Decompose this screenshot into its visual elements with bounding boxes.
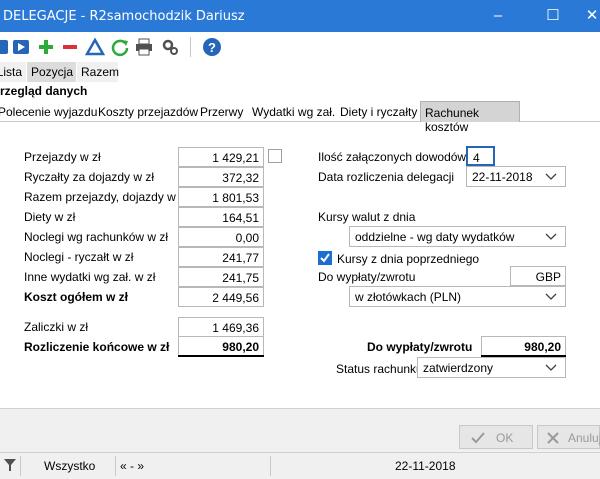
diety-field[interactable]: 164,51 [178, 207, 264, 227]
kursy-walut-select[interactable]: oddzielne - wg daty wydatków [349, 226, 566, 247]
przejazdy-field[interactable]: 1 429,21 [178, 147, 264, 167]
data-rozliczenia-label: Data rozliczenia delegacji [318, 170, 455, 184]
tab-label: Razem [81, 65, 120, 79]
status-rachunku-value: zatwierdzony [423, 361, 494, 375]
cancel-button[interactable]: Anuluj [537, 425, 600, 449]
ryczalty-label: Ryczałty za dojazdy w zł [24, 170, 155, 184]
warning-icon[interactable] [84, 37, 106, 57]
status-bar: Wszystko « - » 22-11-2018 [0, 452, 600, 479]
status-separator [270, 456, 271, 476]
chevron-down-icon [545, 171, 557, 183]
status-separator [20, 456, 21, 476]
waluta-wyplaty-value: w złotówkach (PLN) [355, 290, 462, 304]
window-title: DELEGACJE - R2samochodzik Dariusz [3, 9, 245, 24]
tab-koszty-przejazdow[interactable]: Koszty przejazdów [94, 101, 202, 122]
status-rachunku-select[interactable]: zatwierdzony [417, 357, 566, 378]
kursy-poprzedni-checkbox[interactable] [318, 251, 332, 265]
razem-field[interactable]: 1 801,53 [178, 187, 264, 207]
tab-label: Polecenie wyjazdu [0, 105, 98, 119]
checkmark-icon [320, 253, 330, 263]
chevron-down-icon [545, 231, 557, 243]
status-date: 22-11-2018 [395, 459, 456, 473]
tab-label: Przerwy [200, 105, 244, 119]
tab-label: Rachunek kosztów [425, 106, 480, 134]
tab-razem[interactable]: Razem [77, 62, 120, 82]
do-wyplaty-bold-label: Do wypłaty/zwrotu [367, 340, 473, 354]
do-wyplaty-label: Do wypłaty/zwrotu [318, 270, 416, 284]
close-icon [547, 432, 559, 444]
tab-polecenie-wyjazdu[interactable]: Polecenie wyjazdu [0, 101, 101, 122]
toolbar-separator [190, 37, 191, 57]
kursy-poprzedni-label: Kursy z dnia poprzedniego [337, 252, 480, 266]
help-icon-glyph: ? [208, 40, 216, 55]
help-icon[interactable]: ? [202, 37, 222, 57]
add-icon[interactable] [36, 37, 56, 57]
tab-label: Koszty przejazdów [98, 105, 199, 119]
top-tabs: Lista Pozycja Razem [0, 62, 600, 82]
ilosc-dowodow-input[interactable]: 4 [466, 146, 495, 166]
noclegi-rachunki-label: Noclegi wg rachunków w zł [24, 230, 169, 244]
do-wyplaty-field[interactable]: 980,20 [481, 336, 566, 356]
tab-rachunek-kosztow[interactable]: Rachunek kosztów [420, 101, 520, 134]
toolbar: ? [0, 32, 600, 62]
ok-button-label: OK [496, 431, 514, 445]
noclegi-ryczalt-label: Noclegi - ryczałt w zł [24, 250, 134, 264]
noclegi-ryczalt-field[interactable]: 241,77 [178, 247, 264, 267]
data-rozliczenia-value: 22-11-2018 [472, 170, 533, 184]
status-separator [115, 456, 116, 476]
przejazdy-checkbox[interactable] [268, 149, 282, 163]
next-record-icon[interactable] [12, 37, 32, 57]
tab-label: Lista [0, 65, 22, 79]
koszt-ogolem-field[interactable]: 2 449,56 [178, 287, 264, 307]
rozliczenie-label: Rozliczenie końcowe w zł [24, 340, 170, 354]
data-rozliczenia-picker[interactable]: 22-11-2018 [466, 166, 566, 187]
diety-label: Diety w zł [24, 210, 76, 224]
status-rachunku-label: Status rachunku [336, 362, 423, 376]
kursy-walut-label: Kursy walut z dnia [318, 210, 416, 224]
tab-przerwy[interactable]: Przerwy [196, 101, 247, 122]
ok-button[interactable]: OK [459, 425, 533, 449]
detail-tabs: Polecenie wyjazdu Koszty przejazdów Prze… [0, 101, 600, 134]
chevron-down-icon [545, 362, 557, 374]
ryczalty-field[interactable]: 372,32 [178, 167, 264, 187]
range-value[interactable]: « - » [120, 459, 144, 473]
rozliczenie-underline [178, 355, 264, 357]
ilosc-dowodow-label: Ilość załączonych dowodów [318, 150, 467, 164]
tab-label: Wydatki wg zał. [252, 105, 336, 119]
tab-label: Diety i ryczałty [340, 105, 418, 119]
check-icon [471, 432, 485, 444]
koszt-ogolem-label: Koszt ogółem w zł [24, 290, 129, 304]
rozliczenie-field[interactable]: 980,20 [178, 336, 264, 356]
chevron-down-icon [545, 291, 557, 303]
zaliczki-label: Zaliczki w zł [24, 320, 89, 334]
maximize-button[interactable]: ☐ [543, 6, 563, 26]
zaliczki-field[interactable]: 1 469,36 [178, 317, 264, 337]
tab-lista[interactable]: Lista [0, 62, 26, 82]
filter-icon[interactable] [4, 458, 16, 475]
tab-diety-ryczalty[interactable]: Diety i ryczałty [336, 101, 421, 122]
razem-label: Razem przejazdy, dojazdy w zł [24, 190, 188, 204]
print-icon[interactable] [134, 37, 154, 57]
minimize-button[interactable]: – [488, 6, 508, 26]
filter-value[interactable]: Wszystko [44, 459, 95, 473]
waluta-kod-field[interactable]: GBP [510, 266, 566, 286]
inne-wydatki-field[interactable]: 241,75 [178, 267, 264, 287]
tab-wydatki[interactable]: Wydatki wg zał. [248, 101, 339, 122]
kursy-walut-value: oddzielne - wg daty wydatków [355, 230, 515, 244]
tab-label: Pozycja [31, 65, 74, 79]
przejazdy-label: Przejazdy w zł [24, 150, 101, 164]
settings-icon[interactable] [160, 37, 180, 57]
noclegi-rachunki-field[interactable]: 0,00 [178, 227, 264, 247]
title-bar: DELEGACJE - R2samochodzik Dariusz – ☐ ✕ [0, 0, 600, 32]
refresh-icon[interactable] [110, 37, 130, 57]
section-title: Przegląd danych [0, 84, 88, 98]
cancel-button-label: Anuluj [568, 431, 600, 445]
close-button[interactable]: ✕ [582, 6, 600, 26]
delete-icon[interactable] [60, 37, 80, 57]
tab-pozycja[interactable]: Pozycja [27, 62, 76, 82]
waluta-wyplaty-select[interactable]: w złotówkach (PLN) [349, 286, 566, 307]
inne-wydatki-label: Inne wydatki wg zał. w zł [24, 270, 156, 284]
